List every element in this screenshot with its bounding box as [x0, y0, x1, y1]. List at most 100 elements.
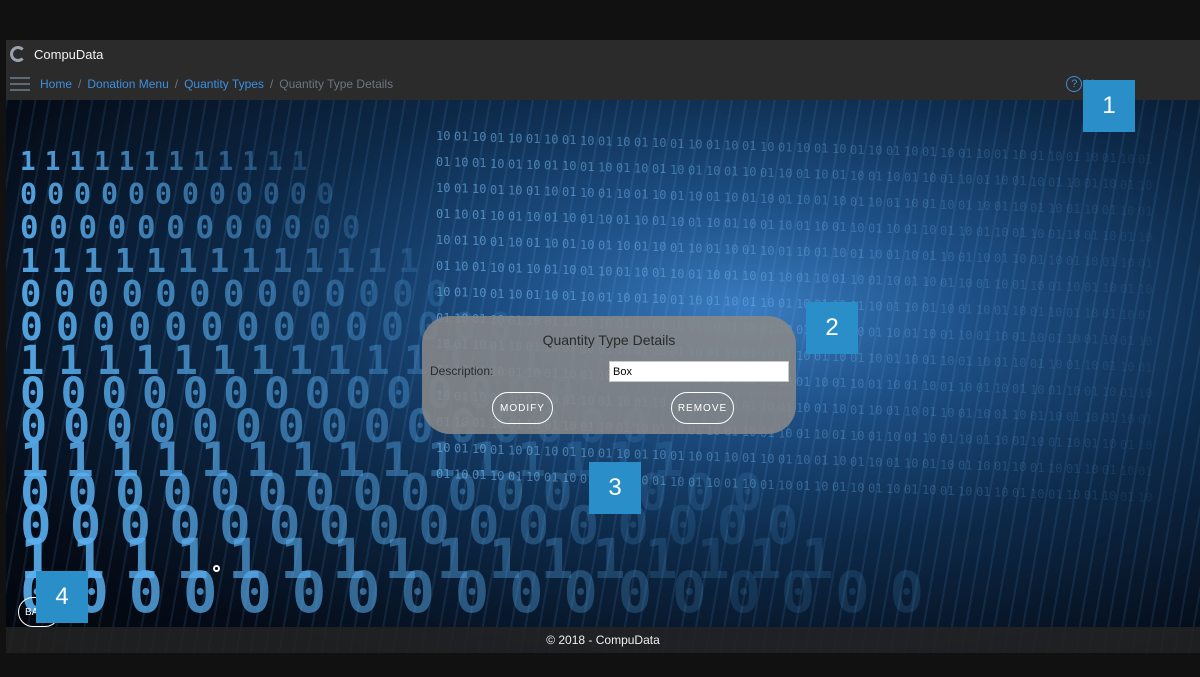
- binary-digit: 10: [652, 448, 666, 462]
- binary-digit: 10: [958, 484, 972, 498]
- binary-digit: 01: [634, 292, 648, 306]
- binary-digit: 01: [652, 474, 666, 488]
- binary-digit: 01: [544, 159, 558, 173]
- step-marker-4: 4: [36, 571, 88, 623]
- binary-digit: 0: [889, 560, 923, 626]
- description-input[interactable]: [609, 361, 789, 382]
- binary-digit: 1: [292, 147, 308, 177]
- binary-digit: 10: [904, 301, 918, 315]
- binary-digit: 01: [634, 136, 648, 150]
- binary-digit: 10: [544, 237, 558, 251]
- binary-digit: 01: [1048, 435, 1062, 449]
- binary-digit: 10: [436, 441, 450, 455]
- binary-digit: 01: [706, 138, 720, 152]
- binary-digit: 10: [994, 174, 1008, 188]
- binary-digit: 01: [832, 376, 846, 390]
- binary-digit: 10: [1066, 176, 1080, 190]
- brand[interactable]: CompuData: [6, 40, 103, 68]
- binary-digit: 01: [850, 195, 864, 209]
- binary-digit: 01: [454, 234, 468, 248]
- binary-digit: 10: [778, 478, 792, 492]
- binary-digit: 01: [1120, 490, 1134, 504]
- binary-digit: 10: [688, 241, 702, 255]
- binary-digit: 01: [1084, 281, 1098, 295]
- binary-digit: 10: [760, 244, 774, 258]
- hamburger-menu-icon[interactable]: [10, 77, 30, 91]
- binary-digit: 1: [69, 147, 85, 177]
- binary-digit: 10: [1120, 308, 1134, 322]
- binary-digit: 10: [850, 429, 864, 443]
- binary-digit: 01: [526, 288, 540, 302]
- binary-digit: 10: [508, 443, 522, 457]
- binary-digit: 01: [508, 469, 522, 483]
- binary-digit: 10: [472, 130, 486, 144]
- binary-digit: 10: [868, 195, 882, 209]
- binary-digit: 01: [760, 478, 774, 492]
- remove-button[interactable]: REMOVE: [671, 392, 734, 424]
- binary-digit: 10: [976, 303, 990, 317]
- binary-digit: 10: [1138, 178, 1152, 192]
- binary-digit: 10: [796, 453, 810, 467]
- binary-digit: 01: [508, 157, 522, 171]
- binary-digit: 10: [1120, 152, 1134, 166]
- binary-digit: 10: [742, 269, 756, 283]
- binary-digit: 10: [904, 197, 918, 211]
- binary-digit: 01: [850, 455, 864, 469]
- binary-digit: 0: [47, 178, 64, 211]
- binary-digit: 01: [1012, 330, 1026, 344]
- binary-digit: 10: [1084, 203, 1098, 217]
- binary-digit: 10: [1084, 411, 1098, 425]
- binary-digit: 10: [796, 193, 810, 207]
- binary-digit: 10: [1138, 282, 1152, 296]
- binary-digit: 10: [994, 278, 1008, 292]
- binary-digit: 01: [886, 300, 900, 314]
- binary-digit: 10: [832, 402, 846, 416]
- breadcrumb-quantity-types[interactable]: Quantity Types: [184, 77, 264, 91]
- binary-digit: 10: [1120, 204, 1134, 218]
- binary-digit: 10: [670, 215, 684, 229]
- binary-digit: 01: [976, 381, 990, 395]
- binary-digit: 01: [742, 451, 756, 465]
- binary-digit: 01: [472, 208, 486, 222]
- breadcrumb-home[interactable]: Home: [40, 77, 72, 91]
- binary-digit: 01: [1012, 486, 1026, 500]
- binary-digit: 1: [94, 147, 110, 177]
- binary-digit: 01: [850, 247, 864, 261]
- binary-digit: 01: [688, 475, 702, 489]
- bottom-band: [6, 653, 1200, 677]
- breadcrumb-donation-menu[interactable]: Donation Menu: [87, 77, 168, 91]
- binary-digit: 10: [724, 451, 738, 465]
- binary-digit: 01: [706, 450, 720, 464]
- binary-digit: 01: [922, 145, 936, 159]
- binary-digit: 10: [1048, 461, 1062, 475]
- binary-digit: 10: [454, 208, 468, 222]
- binary-digit: 01: [958, 354, 972, 368]
- binary-digit: 01: [904, 483, 918, 497]
- binary-digit: 01: [652, 162, 666, 176]
- binary-digit: 10: [814, 220, 828, 234]
- binary-digit: 01: [1138, 412, 1152, 426]
- binary-digit: 01: [1120, 282, 1134, 296]
- binary-digit: 10: [472, 286, 486, 300]
- binary-digit: 10: [1138, 386, 1152, 400]
- binary-digit: 10: [904, 353, 918, 367]
- binary-digit: 01: [454, 130, 468, 144]
- modify-button[interactable]: MODIFY: [492, 392, 553, 424]
- binary-digit: 10: [454, 468, 468, 482]
- binary-digit: 10: [1048, 305, 1062, 319]
- binary-digit: 10: [850, 273, 864, 287]
- binary-digit: 0: [563, 560, 597, 626]
- binary-digit: 10: [616, 187, 630, 201]
- binary-digit: 01: [1084, 385, 1098, 399]
- binary-digit: 10: [1066, 384, 1080, 398]
- binary-digit: 10: [670, 163, 684, 177]
- binary-digit: 10: [868, 455, 882, 469]
- binary-digit: 10: [670, 267, 684, 281]
- binary-digit: 0: [263, 178, 280, 211]
- binary-digit: 10: [508, 235, 522, 249]
- step-marker-2: 2: [806, 302, 858, 354]
- binary-digit: 01: [976, 225, 990, 239]
- binary-digit: 01: [436, 259, 450, 273]
- binary-digit: 0: [672, 560, 706, 626]
- binary-digit: 01: [994, 200, 1008, 214]
